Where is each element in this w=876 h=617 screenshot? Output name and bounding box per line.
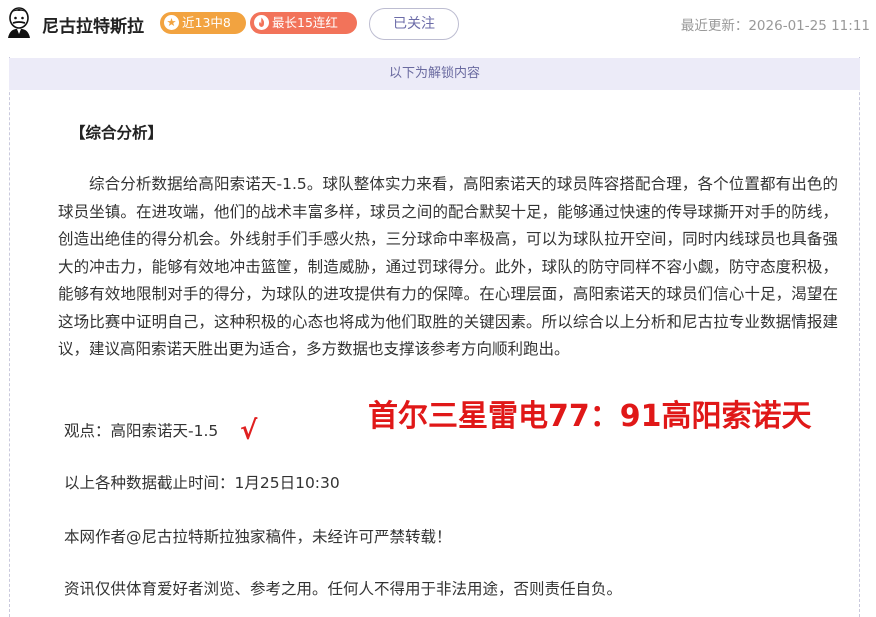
viewpoint-text: 观点：高阳索诺天-1.5 (64, 422, 219, 440)
longest-streak-badge: 最长15连红 (250, 12, 357, 34)
longest-streak-label: 最长15连红 (272, 15, 338, 30)
tesla-portrait-icon (8, 7, 30, 38)
article-header: 尼古拉特斯拉 近13中8 最长15连红 已关注 最近更新：2026-01-25 … (0, 0, 876, 46)
star-icon (164, 15, 179, 30)
final-score-annotation: 首尔三星雷电77：91高阳索诺天 (368, 399, 812, 434)
section-title: 【综合分析】 (70, 124, 164, 142)
flame-icon (254, 15, 269, 30)
copyright-notice: 本网作者@尼古拉特斯拉独家稿件，未经许可严禁转载！ (64, 528, 452, 546)
author-name[interactable]: 尼古拉特斯拉 (42, 12, 144, 37)
recent-record-label: 近13中8 (182, 15, 231, 30)
correct-check-mark: √ (240, 416, 258, 446)
follow-button[interactable]: 已关注 (369, 8, 459, 40)
data-deadline-text: 以上各种数据截止时间：1月25日10:30 (64, 474, 340, 492)
disclaimer-text: 资讯仅供体育爱好者浏览、参考之用。任何人不得用于非法用途，否则责任自负。 (64, 580, 623, 598)
recent-record-badge: 近13中8 (160, 12, 246, 34)
last-updated-timestamp: 最近更新：2026-01-25 11:11 (680, 18, 870, 34)
analysis-paragraph: 综合分析数据给高阳索诺天-1.5。球队整体实力来看，高阳索诺天的球员阵容搭配合理… (58, 175, 838, 358)
unlock-banner: 以下为解锁内容 (9, 58, 860, 90)
author-avatar[interactable] (4, 6, 34, 38)
